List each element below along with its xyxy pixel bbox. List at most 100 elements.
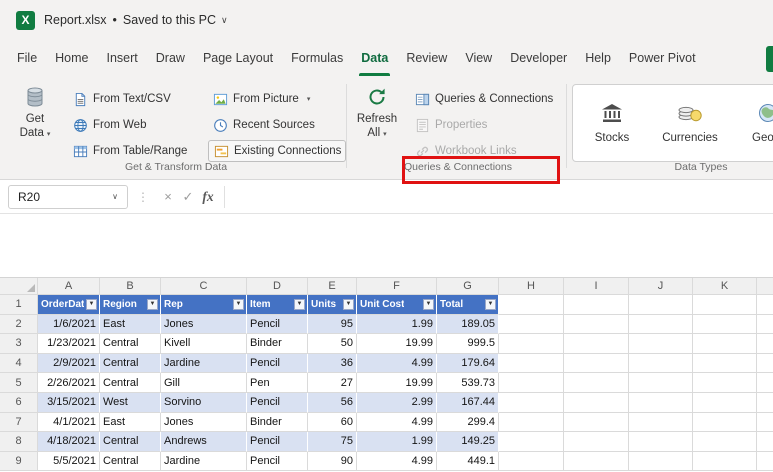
cell-G4[interactable]: 179.64 [437, 353, 499, 374]
filter-dropdown-button[interactable]: ▼ [294, 298, 305, 310]
cell-J2[interactable] [629, 314, 693, 335]
cell-C3[interactable]: Kivell [161, 334, 247, 354]
table-header-region[interactable]: Region ▼ [100, 295, 161, 315]
cell-C2[interactable]: Jones [161, 314, 247, 335]
column-header-a[interactable]: A [38, 278, 100, 295]
tab-review[interactable]: Review [397, 40, 456, 76]
chevron-down-icon[interactable]: ∨ [112, 192, 118, 201]
queries-connections-button[interactable]: Queries & Connections [410, 88, 557, 110]
cell-H8[interactable] [499, 432, 564, 452]
save-status[interactable]: Saved to this PC [123, 13, 216, 27]
cell-I4[interactable] [564, 353, 629, 374]
cell-L5[interactable] [757, 373, 773, 393]
select-all-button[interactable] [0, 278, 38, 295]
cell-A7[interactable]: 4/1/2021 [38, 412, 100, 433]
table-header-item[interactable]: Item ▼ [247, 295, 308, 315]
table-header-orderdate[interactable]: OrderDate▼ [38, 295, 100, 315]
row-header-1[interactable]: 1 [0, 295, 38, 315]
cell-K1[interactable] [693, 295, 757, 315]
cell-G3[interactable]: 999.5 [437, 334, 499, 354]
cell-F5[interactable]: 19.99 [357, 373, 437, 393]
cell-E2[interactable]: 95 [308, 314, 357, 335]
tab-home[interactable]: Home [46, 40, 97, 76]
excel-app-icon[interactable]: X [16, 10, 35, 30]
cell-I7[interactable] [564, 412, 629, 433]
cell-J5[interactable] [629, 373, 693, 393]
cell-B4[interactable]: Central [100, 353, 161, 374]
cell-I3[interactable] [564, 334, 629, 354]
cell-D8[interactable]: Pencil [247, 432, 308, 452]
get-data-button[interactable]: Get Data ▾ [10, 82, 60, 141]
cell-L4[interactable] [757, 354, 773, 374]
cell-B5[interactable]: Central [100, 373, 161, 393]
cell-C5[interactable]: Gill [161, 373, 247, 393]
name-box[interactable]: R20 ∨ [8, 184, 128, 209]
table-header-unit-cost[interactable]: Unit Cost ▼ [357, 295, 437, 315]
tab-formulas[interactable]: Formulas [282, 40, 352, 76]
cell-A9[interactable]: 5/5/2021 [38, 451, 100, 472]
cell-I5[interactable] [564, 373, 629, 393]
cell-F8[interactable]: 1.99 [357, 432, 437, 452]
filter-dropdown-button[interactable]: ▼ [86, 298, 97, 310]
tab-insert[interactable]: Insert [98, 40, 147, 76]
cell-K5[interactable] [693, 373, 757, 393]
cell-K4[interactable] [693, 353, 757, 374]
filter-dropdown-button[interactable]: ▼ [147, 298, 158, 310]
tab-help[interactable]: Help [576, 40, 620, 76]
table-header-rep[interactable]: Rep ▼ [161, 295, 247, 315]
cell-J4[interactable] [629, 353, 693, 374]
cell-I1[interactable] [564, 295, 629, 315]
tab-draw[interactable]: Draw [147, 40, 194, 76]
table-header-units[interactable]: Units ▼ [308, 295, 357, 315]
cell-L1[interactable] [757, 295, 773, 315]
cell-J9[interactable] [629, 451, 693, 472]
cell-H2[interactable] [499, 314, 564, 335]
cell-H9[interactable] [499, 451, 564, 472]
cell-L2[interactable] [757, 315, 773, 335]
cell-H1[interactable] [499, 295, 564, 315]
cell-A3[interactable]: 1/23/2021 [38, 334, 100, 354]
cancel-button[interactable]: × [158, 189, 178, 204]
row-header-4[interactable]: 4 [0, 353, 38, 374]
cell-B9[interactable]: Central [100, 451, 161, 472]
cell-F6[interactable]: 2.99 [357, 392, 437, 413]
cell-C6[interactable]: Sorvino [161, 392, 247, 413]
cell-K8[interactable] [693, 432, 757, 452]
cell-E4[interactable]: 36 [308, 353, 357, 374]
row-header-3[interactable]: 3 [0, 334, 38, 354]
cell-H7[interactable] [499, 412, 564, 433]
cell-E8[interactable]: 75 [308, 432, 357, 452]
cell-E9[interactable]: 90 [308, 451, 357, 472]
cell-F4[interactable]: 4.99 [357, 353, 437, 374]
cell-A2[interactable]: 1/6/2021 [38, 314, 100, 335]
cell-D9[interactable]: Pencil [247, 451, 308, 472]
filter-dropdown-button[interactable]: ▼ [485, 298, 496, 310]
cell-F7[interactable]: 4.99 [357, 412, 437, 433]
cell-C9[interactable]: Jardine [161, 451, 247, 472]
table-header-total[interactable]: Total ▼ [437, 295, 499, 315]
workbook-title[interactable]: Report.xlsx [44, 13, 107, 27]
cell-G9[interactable]: 449.1 [437, 451, 499, 472]
cell-C4[interactable]: Jardine [161, 353, 247, 374]
cell-J8[interactable] [629, 432, 693, 452]
column-header-j[interactable]: J [629, 278, 693, 295]
cell-H3[interactable] [499, 334, 564, 354]
chevron-down-icon[interactable]: ∨ [221, 15, 228, 26]
cell-G8[interactable]: 149.25 [437, 432, 499, 452]
cell-B2[interactable]: East [100, 314, 161, 335]
cell-I8[interactable] [564, 432, 629, 452]
tab-view[interactable]: View [456, 40, 501, 76]
cell-D6[interactable]: Pencil [247, 392, 308, 413]
cell-K7[interactable] [693, 412, 757, 433]
cell-H6[interactable] [499, 392, 564, 413]
cell-A5[interactable]: 2/26/2021 [38, 373, 100, 393]
column-header-partial[interactable] [757, 278, 773, 295]
enter-button[interactable]: ✓ [178, 189, 198, 205]
column-header-e[interactable]: E [308, 278, 357, 295]
column-header-h[interactable]: H [499, 278, 564, 295]
from-picture-button[interactable]: From Picture ▾ [208, 88, 346, 110]
insert-function-button[interactable]: fx [198, 189, 218, 205]
cell-G2[interactable]: 189.05 [437, 314, 499, 335]
cell-D2[interactable]: Pencil [247, 314, 308, 335]
cell-L9[interactable] [757, 452, 773, 472]
